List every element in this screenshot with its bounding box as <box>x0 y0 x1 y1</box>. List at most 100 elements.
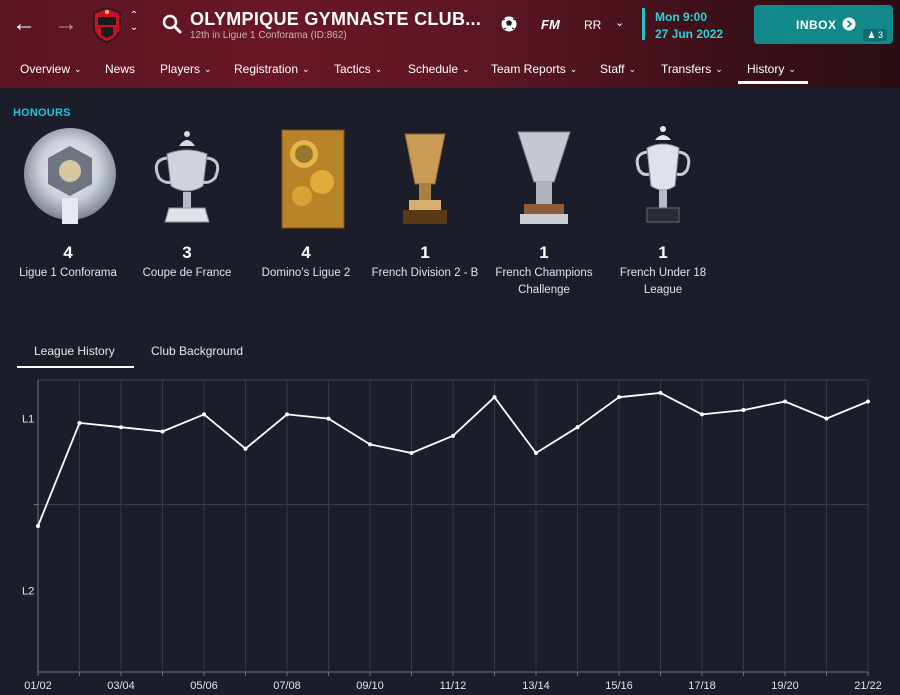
club-crest-icon[interactable] <box>92 7 122 43</box>
menu-staff[interactable]: Staff ⌄ <box>600 62 636 76</box>
honour-name: Ligue 1 Conforama <box>19 267 117 279</box>
main-menu: Overview ⌄ News Players ⌄ Registration ⌄ Ta… <box>0 58 900 86</box>
club-switch-icon[interactable]: ⌃ ⌄ <box>128 10 140 34</box>
honour-count: 1 <box>420 243 430 262</box>
inbox-label: INBOX <box>796 18 837 32</box>
honour-item[interactable]: 4 Ligue 1 Conforama <box>8 124 128 282</box>
x-tick-label: 19/20 <box>771 680 799 692</box>
league-position-point <box>658 390 663 395</box>
league-position-point <box>243 446 248 451</box>
menu-label: Registration <box>234 62 299 76</box>
division2b-trophy-icon <box>403 133 447 224</box>
menu-label: Staff <box>600 62 625 76</box>
honour-item[interactable]: 1 French Division 2 - B <box>365 124 485 282</box>
title-bar: ← → ⌃ ⌄ OLYMPIQUE GYMNASTE CLUB... 12th i… <box>0 0 900 88</box>
game-date: 27 Jun 2022 <box>655 27 724 41</box>
date-divider <box>642 8 645 40</box>
honours-heading: HONOURS <box>13 107 71 119</box>
x-tick-label: 09/10 <box>356 680 384 692</box>
manager-initials[interactable]: RR <box>584 18 601 32</box>
chevron-down-icon: ⌄ <box>204 64 212 74</box>
search-icon[interactable] <box>162 14 182 34</box>
league-position-point <box>326 416 331 421</box>
honour-count: 1 <box>539 243 549 262</box>
inbox-button[interactable]: INBOX ♟ 3 <box>754 5 893 44</box>
menu-label: News <box>105 62 136 76</box>
menu-transfers[interactable]: Transfers ⌄ <box>661 62 723 76</box>
x-tick-label: 11/12 <box>440 680 467 692</box>
menu-label: Transfers <box>661 62 712 76</box>
league-position-point <box>575 425 580 430</box>
y-tick-label: L2 <box>22 585 34 597</box>
x-tick-label: 17/18 <box>688 680 716 692</box>
y-tick-label: L1 <box>22 414 34 426</box>
honour-name: Coupe de France <box>142 267 232 279</box>
x-tick-label: 01/02 <box>24 680 52 692</box>
menu-label: History <box>747 62 785 76</box>
menu-tactics[interactable]: Tactics ⌄ <box>334 62 382 76</box>
menu-overview[interactable]: Overview ⌄ <box>20 62 82 76</box>
x-tick-label: 13/14 <box>522 680 550 692</box>
tab-active-indicator <box>17 366 134 368</box>
honour-name: Domino’s Ligue 2 <box>261 267 351 279</box>
league-position-point <box>285 412 289 417</box>
honour-item[interactable]: 1 French Champions Challenge <box>484 124 604 299</box>
honour-count: 4 <box>63 243 73 262</box>
chevron-down-icon: ⌄ <box>788 64 796 74</box>
league-position-point <box>77 420 82 425</box>
chevron-down-icon[interactable]: ⌄ <box>615 16 624 29</box>
league-position-point <box>36 524 40 528</box>
chevron-down-icon: ⌄ <box>569 64 578 74</box>
menu-schedule[interactable]: Schedule ⌄ <box>408 62 470 76</box>
league-position-point <box>119 425 123 430</box>
chevron-down-icon: ⌄ <box>628 64 637 74</box>
forward-arrow-icon[interactable]: → <box>52 10 80 38</box>
tab-club-background[interactable]: Club Background <box>151 344 243 358</box>
menu-label: Team Reports <box>491 62 566 76</box>
club-subtitle: 12th in Ligue 1 Conforama (ID:862) <box>190 30 347 41</box>
league-position-point <box>202 412 206 417</box>
back-arrow-icon[interactable]: ← <box>10 10 38 38</box>
honour-count: 1 <box>658 243 668 262</box>
honour-name: French Under 18 League <box>619 267 707 296</box>
honour-count: 4 <box>301 243 311 262</box>
tab-league-history[interactable]: League History <box>34 344 115 358</box>
honour-item[interactable]: 3 Coupe de France <box>127 124 247 282</box>
league-position-point <box>409 451 414 455</box>
chevron-down-icon: ⌄ <box>74 64 82 74</box>
inbox-count-badge: ♟ 3 <box>863 29 887 41</box>
game-time: Mon 9:00 <box>655 10 708 24</box>
menu-label: Schedule <box>408 62 459 76</box>
chevron-down-icon: ⌄ <box>374 64 383 74</box>
menu-active-indicator <box>738 81 808 84</box>
honour-item[interactable]: 4 Domino’s Ligue 2 <box>246 124 366 282</box>
menu-history[interactable]: History ⌄ <box>747 62 796 76</box>
league-position-point <box>160 429 165 434</box>
under18-trophy-icon <box>635 126 691 223</box>
honour-name: French Division 2 - B <box>371 267 479 279</box>
menu-players[interactable]: Players ⌄ <box>160 62 212 76</box>
league-position-point <box>492 395 497 400</box>
league-position-point <box>451 433 455 438</box>
person-icon: ♟ <box>867 30 876 40</box>
league-position-point <box>700 412 704 417</box>
chevron-down-icon: ⌄ <box>462 64 470 74</box>
honour-item[interactable]: 1 French Under 18 League <box>603 124 723 299</box>
club-name-title[interactable]: OLYMPIQUE GYMNASTE CLUB... <box>190 9 481 30</box>
x-tick-label: 07/08 <box>273 680 301 692</box>
ligue1-trophy-icon <box>24 128 116 224</box>
arrow-circle-icon <box>842 17 856 31</box>
league-position-point <box>368 442 372 447</box>
menu-news[interactable]: News <box>105 62 135 76</box>
menu-label: Overview <box>20 62 71 76</box>
league-position-point <box>824 416 829 421</box>
fm-logo[interactable]: FM <box>541 17 560 32</box>
x-tick-label: 03/04 <box>107 680 135 692</box>
menu-team-reports[interactable]: Team Reports ⌄ <box>491 62 577 76</box>
league-history-chart: 01/02 03/04 05/06 07/08 09/10 11/12 13/14 15/16… <box>22 379 882 692</box>
menu-registration[interactable]: Registration ⌄ <box>234 62 310 76</box>
ball-icon[interactable] <box>500 15 518 33</box>
x-tick-label: 05/06 <box>190 680 218 692</box>
coupe-de-france-trophy-icon <box>154 131 220 223</box>
league-position-point <box>617 395 621 400</box>
